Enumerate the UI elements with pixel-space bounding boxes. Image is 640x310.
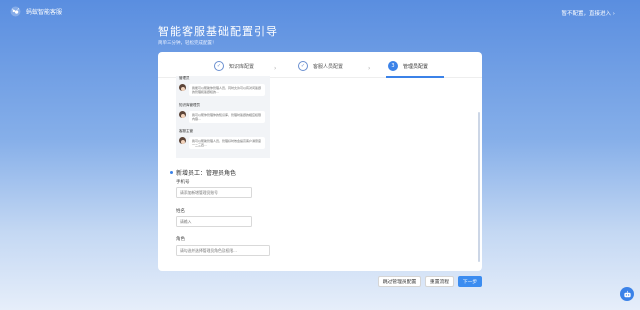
robot-icon [623,290,631,297]
name-input[interactable] [176,216,252,227]
step-number-icon: 3 [388,61,398,71]
section-title: 新增员工：管理员角色 [170,168,236,177]
page-title: 智能客服基础配置引导 [158,25,278,38]
active-step-underline [386,76,444,78]
step-done-icon: ✓ [214,61,224,71]
role-label: 角色 [176,237,185,242]
avatar [179,84,186,91]
role-select[interactable] [176,245,270,256]
top-bar: 蚂蚁智能客服 暂不配置，直接进入 › [0,0,640,22]
preview-bubble: 我能可以帮助你管理人员，同时允许可以有对问答题的管理和答题权的... [189,84,265,96]
step-done-icon: ✓ [298,61,308,71]
bullet-icon [170,171,173,174]
setup-card: ✓ 知识库配置 › ✓ 客服人员配置 › 3 管理员配置 管理员 我能可以帮助你… [158,52,482,271]
step-label: 知识库配置 [229,63,255,70]
preview-bubble: 我可以帮助管理人员，管理好时效会提高客户满意度一二三四... [189,137,265,149]
preview-role: 管理员 [179,76,190,80]
phone-input[interactable] [176,187,252,198]
name-label: 姓名 [176,209,185,214]
scrollbar[interactable] [478,112,480,262]
preview-item: 管理员 我能可以帮助你管理人员，同时允许可以有对问答题的管理和答题权的... [179,76,265,96]
step-agent-config[interactable]: ✓ 客服人员配置 [298,61,343,71]
preview-role: 客服主管 [179,129,193,133]
preview-bubble: 我可以帮你管理你的知识库，管理时答题的相应权限内容... [189,111,265,123]
phone-label: 手机号 [176,180,190,185]
step-label: 管理员配置 [403,63,429,70]
avatar [179,137,186,144]
step-knowledge-base[interactable]: ✓ 知识库配置 [214,61,254,71]
step-indicator: ✓ 知识库配置 › ✓ 客服人员配置 › 3 管理员配置 [158,58,482,76]
reset-flow-button[interactable]: 重置流程 [425,276,454,287]
chevron-right-icon: › [368,65,371,72]
next-button[interactable]: 下一步 [458,276,482,287]
step-admin-config[interactable]: 3 管理员配置 [388,61,428,71]
brand: 蚂蚁智能客服 [10,6,62,17]
page-subtitle: 简单三分钟，轻松完成配置！ [158,41,217,46]
role-preview-panel: 管理员 我能可以帮助你管理人员，同时允许可以有对问答题的管理和答题权的... 知… [176,76,270,158]
chevron-right-icon: › [274,65,277,72]
ant-logo-icon [10,6,21,17]
skip-admin-button[interactable]: 跳过管理员配置 [378,276,421,287]
brand-name: 蚂蚁智能客服 [26,9,63,16]
avatar [179,111,186,118]
preview-role: 知识库管理员 [179,103,200,107]
preview-item: 客服主管 我可以帮助管理人员，管理好时效会提高客户满意度一二三四... [179,129,265,149]
skip-setup-link[interactable]: 暂不配置，直接进入 › [562,9,615,17]
step-label: 客服人员配置 [313,63,344,70]
section-title-text: 新增员工：管理员角色 [176,170,237,177]
help-robot-button[interactable] [620,287,634,301]
preview-item: 知识库管理员 我可以帮你管理你的知识库，管理时答题的相应权限内容... [179,103,265,123]
